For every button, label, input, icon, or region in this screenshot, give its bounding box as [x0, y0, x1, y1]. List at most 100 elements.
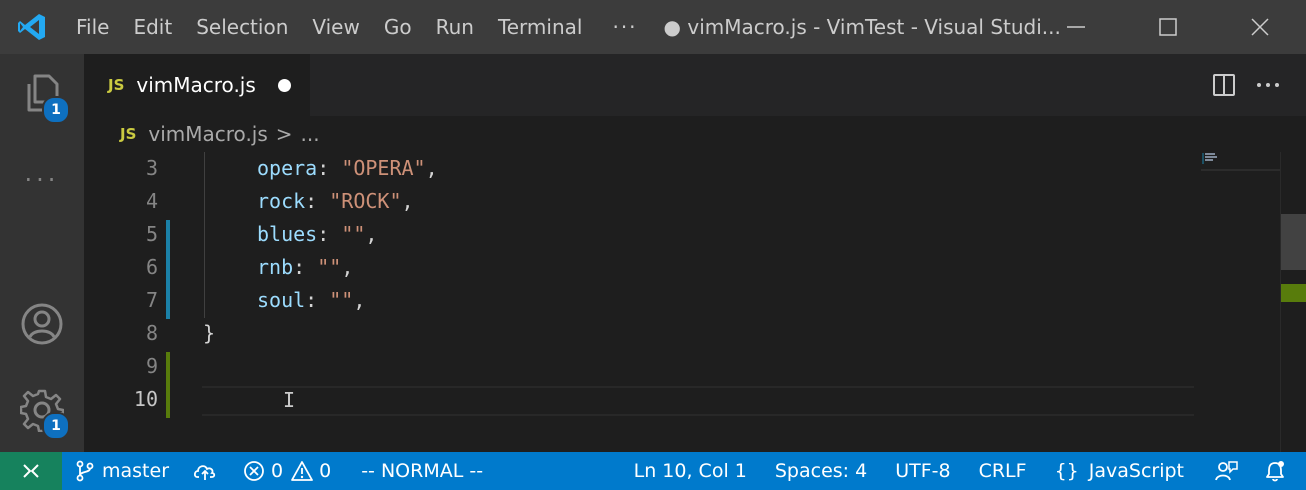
title-bar: File Edit Selection View Go Run Terminal… — [0, 0, 1306, 54]
javascript-file-icon: JS — [108, 76, 125, 94]
tab-bar: JS vimMacro.js — [84, 54, 1306, 116]
git-branch-label: master — [102, 460, 170, 482]
manage-button[interactable]: 1 — [0, 388, 84, 440]
braces-icon: {} — [1054, 460, 1079, 482]
line-number: 5 — [145, 222, 158, 246]
colon: : — [305, 288, 330, 312]
error-count: 0 — [271, 460, 284, 482]
code-line[interactable]: rock: "ROCK", — [257, 189, 414, 213]
minimize-icon — [1067, 26, 1085, 28]
close-icon — [1251, 18, 1269, 36]
line-number: 3 — [145, 156, 158, 180]
code-line[interactable]: opera: "OPERA", — [257, 156, 438, 180]
error-icon — [244, 461, 264, 481]
vertical-scrollbar[interactable] — [1280, 152, 1306, 452]
split-editor-button[interactable] — [1202, 63, 1246, 107]
code-line[interactable]: soul: "", — [257, 288, 365, 312]
string-value: "" — [317, 255, 342, 279]
unsaved-dot-icon[interactable] — [277, 78, 291, 92]
colon: : — [317, 156, 342, 180]
more-actions-button[interactable] — [1246, 63, 1290, 107]
colon: : — [317, 222, 342, 246]
colon: : — [293, 255, 318, 279]
breadcrumb-separator-icon: > — [275, 122, 293, 146]
line-number: 9 — [145, 354, 158, 378]
breadcrumb-file[interactable]: vimMacro.js — [148, 122, 267, 146]
comma: , — [341, 255, 354, 279]
more-views-button[interactable]: ··· — [0, 166, 84, 196]
status-bar: master 0 0 -- NORMAL -- Ln 10, Col 1 Spa… — [0, 452, 1306, 490]
remote-icon — [23, 464, 39, 478]
string-value: "ROCK" — [329, 189, 402, 213]
string-value: "OPERA" — [341, 156, 426, 180]
menu-view[interactable]: View — [300, 0, 371, 54]
comma: , — [401, 189, 414, 213]
git-branch-button[interactable]: master — [62, 452, 179, 490]
indent-guide — [204, 152, 205, 318]
notifications-button[interactable] — [1254, 452, 1306, 490]
language-label: JavaScript — [1088, 460, 1184, 482]
minimap[interactable] — [1201, 152, 1281, 172]
line-number: 4 — [145, 189, 158, 213]
menu-file[interactable]: File — [64, 0, 121, 54]
line-number: 6 — [145, 255, 158, 279]
tab-label: vimMacro.js — [136, 73, 256, 97]
comma: , — [365, 222, 378, 246]
menu-selection[interactable]: Selection — [184, 0, 300, 54]
property-key: opera — [257, 156, 318, 180]
menu-run[interactable]: Run — [424, 0, 486, 54]
language-mode[interactable]: {} JavaScript — [1037, 452, 1194, 490]
menu-more-button[interactable]: ··· — [594, 15, 655, 39]
string-value: "" — [329, 288, 354, 312]
added-lines-marker[interactable] — [166, 352, 170, 418]
warning-icon — [291, 461, 314, 481]
window-title: ● vimMacro.js - VimTest - Visual Studi..… — [663, 15, 1061, 39]
comma: , — [425, 156, 438, 180]
settings-badge: 1 — [42, 412, 70, 440]
code-line[interactable]: blues: "", — [257, 222, 377, 246]
close-button[interactable] — [1214, 0, 1306, 54]
code-line[interactable]: rnb: "", — [257, 255, 353, 279]
warning-count: 0 — [319, 460, 332, 482]
comma: , — [353, 288, 366, 312]
more-icon — [1257, 83, 1279, 87]
line-number: 7 — [145, 288, 158, 312]
string-value: "" — [341, 222, 366, 246]
explorer-badge: 1 — [42, 96, 70, 124]
window-controls — [1030, 0, 1306, 54]
menu-go[interactable]: Go — [372, 0, 424, 54]
remote-button[interactable] — [0, 452, 62, 490]
encoding[interactable]: UTF-8 — [877, 452, 960, 490]
sync-button[interactable] — [179, 452, 231, 490]
indentation[interactable]: Spaces: 4 — [757, 452, 877, 490]
menu-edit[interactable]: Edit — [121, 0, 184, 54]
explorer-button[interactable]: 1 — [0, 72, 84, 124]
status-bar-right: Ln 10, Col 1 Spaces: 4 UTF-8 CRLF {} Jav… — [624, 452, 1306, 490]
property-key: rock — [257, 189, 306, 213]
breadcrumb-symbols[interactable]: ... — [301, 122, 320, 146]
scrollbar-thumb[interactable] — [1281, 214, 1306, 270]
tab-vimmacro-js[interactable]: JS vimMacro.js — [84, 54, 310, 116]
current-line-highlight — [202, 386, 1194, 416]
problems-button[interactable]: 0 0 — [231, 452, 341, 490]
minimize-button[interactable] — [1030, 0, 1122, 54]
activity-bar: 1 ··· 1 — [0, 54, 84, 452]
cloud-upload-icon — [193, 465, 216, 480]
javascript-file-icon: JS — [120, 125, 137, 143]
accounts-button[interactable] — [0, 302, 84, 348]
maximize-icon — [1159, 18, 1177, 36]
end-of-line[interactable]: CRLF — [961, 452, 1037, 490]
feedback-button[interactable] — [1194, 452, 1254, 490]
account-icon — [21, 303, 63, 345]
line-number-current: 10 — [133, 387, 158, 411]
menu-terminal[interactable]: Terminal — [486, 0, 595, 54]
maximize-button[interactable] — [1122, 0, 1214, 54]
code-editor[interactable]: 3 opera: "OPERA", 4 rock: "ROCK", 5 blue… — [84, 152, 1306, 452]
property-key: soul — [257, 288, 306, 312]
code-line[interactable]: } — [203, 321, 215, 345]
cursor-position[interactable]: Ln 10, Col 1 — [624, 452, 757, 490]
editor-actions — [1202, 54, 1306, 116]
modified-lines-marker[interactable] — [166, 220, 170, 319]
breadcrumb: JS vimMacro.js > ... — [84, 116, 1306, 152]
vscode-logo-icon — [0, 0, 64, 54]
